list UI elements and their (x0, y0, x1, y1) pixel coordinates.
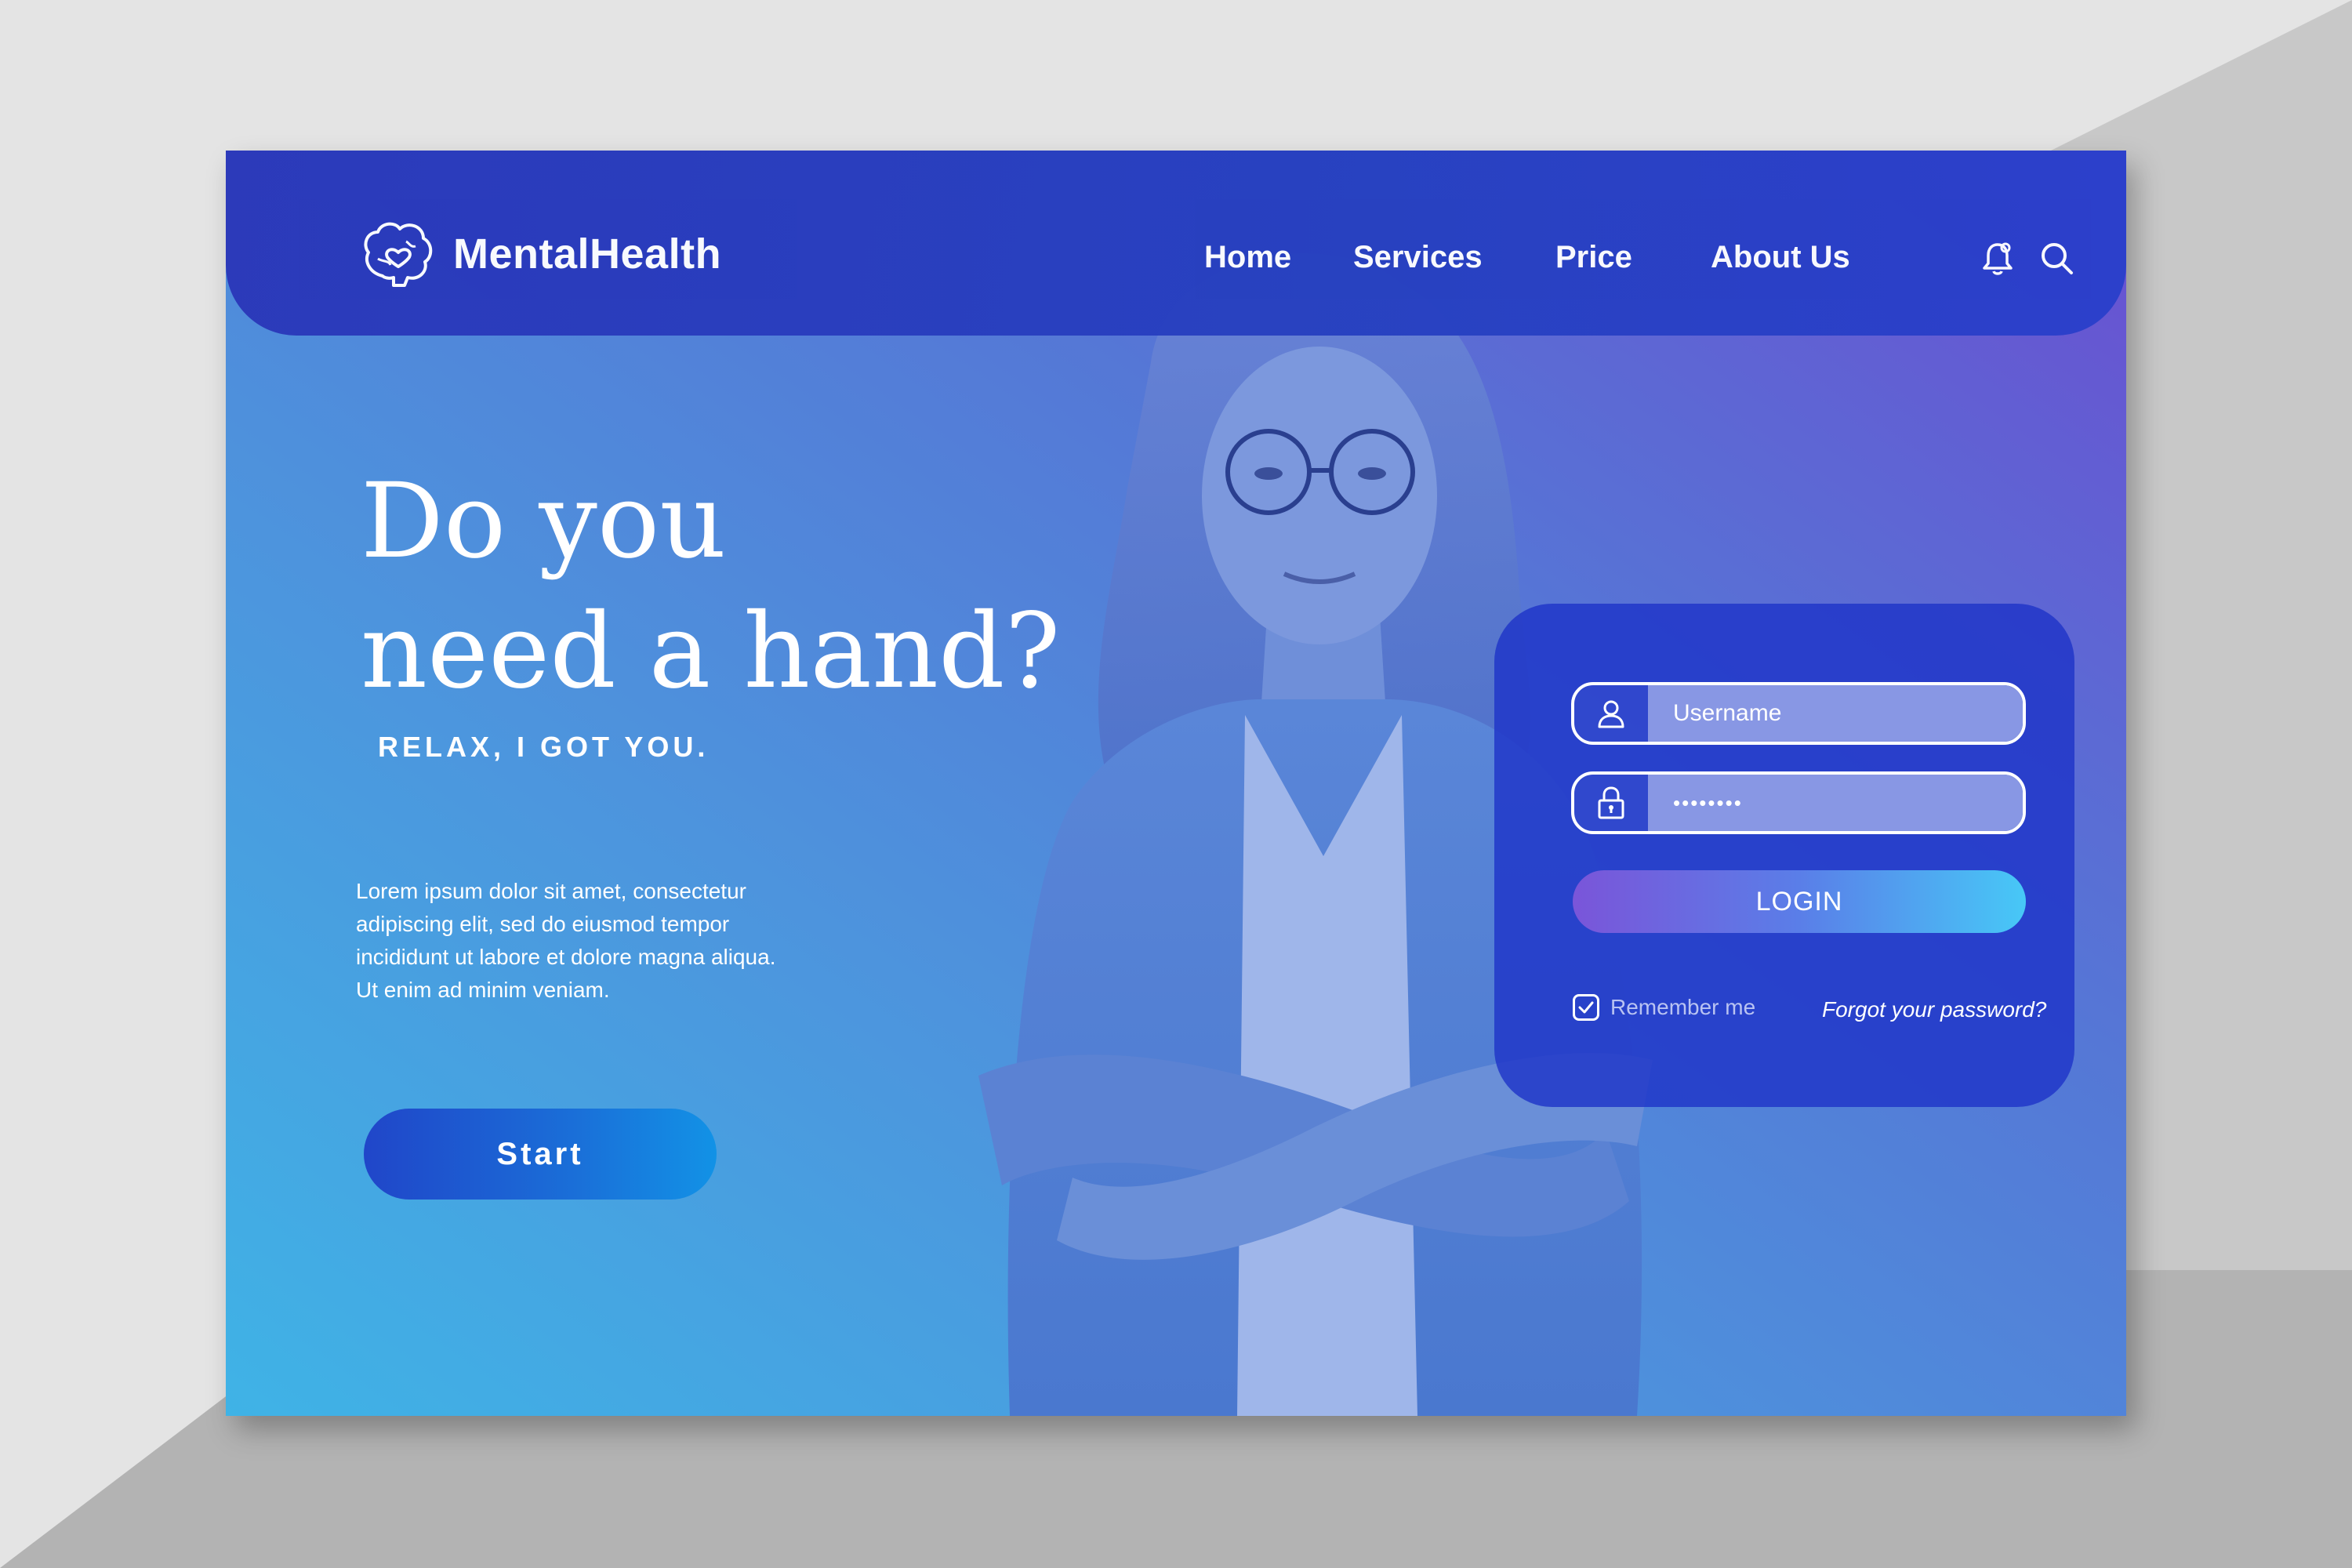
username-input[interactable] (1648, 699, 2023, 728)
nav-services[interactable]: Services (1353, 240, 1483, 275)
headline-line-2: need a hand? (361, 591, 1061, 712)
user-icon (1598, 700, 1624, 728)
brain-heart-icon (364, 222, 433, 287)
paragraph-line: Ut enim ad minim veniam. (356, 978, 610, 1002)
headline-line-1: Do you (361, 461, 727, 582)
remember-me[interactable]: Remember me (1573, 994, 1755, 1021)
nav-about-us[interactable]: About Us (1711, 240, 1850, 275)
lock-icon-box (1574, 775, 1648, 831)
brand-logo[interactable]: MentalHealth (359, 215, 721, 293)
username-field[interactable] (1571, 682, 2026, 745)
lock-icon (1598, 786, 1624, 819)
site-header: MentalHealth Home Services Price About U… (226, 151, 2126, 336)
paragraph-line: incididunt ut labore et dolore magna ali… (356, 945, 776, 969)
password-input[interactable] (1648, 789, 2023, 816)
paragraph-line: adipiscing elit, sed do eiusmod tempor (356, 912, 730, 936)
hero-paragraph: Lorem ipsum dolor sit amet, consectetur … (356, 875, 858, 1007)
bell-icon[interactable] (1979, 240, 2016, 278)
landing-page: MentalHealth Home Services Price About U… (226, 151, 2126, 1416)
hero-subheading: RELAX, I GOT YOU. (378, 731, 710, 763)
user-icon-box (1574, 685, 1648, 742)
login-button[interactable]: LOGIN (1573, 870, 2026, 933)
hero-headline: Do you need a hand? (361, 456, 1145, 717)
nav-price[interactable]: Price (1555, 240, 1632, 275)
brand-name: MentalHealth (453, 230, 722, 278)
nav-home[interactable]: Home (1204, 240, 1291, 275)
start-button[interactable]: Start (364, 1109, 717, 1200)
checkmark-icon (1578, 1001, 1594, 1014)
paragraph-line: Lorem ipsum dolor sit amet, consectetur (356, 879, 746, 903)
remember-label: Remember me (1610, 995, 1756, 1019)
search-icon[interactable] (2038, 240, 2076, 278)
password-field[interactable] (1571, 771, 2026, 834)
remember-checkbox[interactable] (1573, 994, 1599, 1021)
forgot-password-link[interactable]: Forgot your password? (1822, 997, 2046, 1022)
login-card: LOGIN Remember me Forgot your password? (1494, 604, 2074, 1107)
